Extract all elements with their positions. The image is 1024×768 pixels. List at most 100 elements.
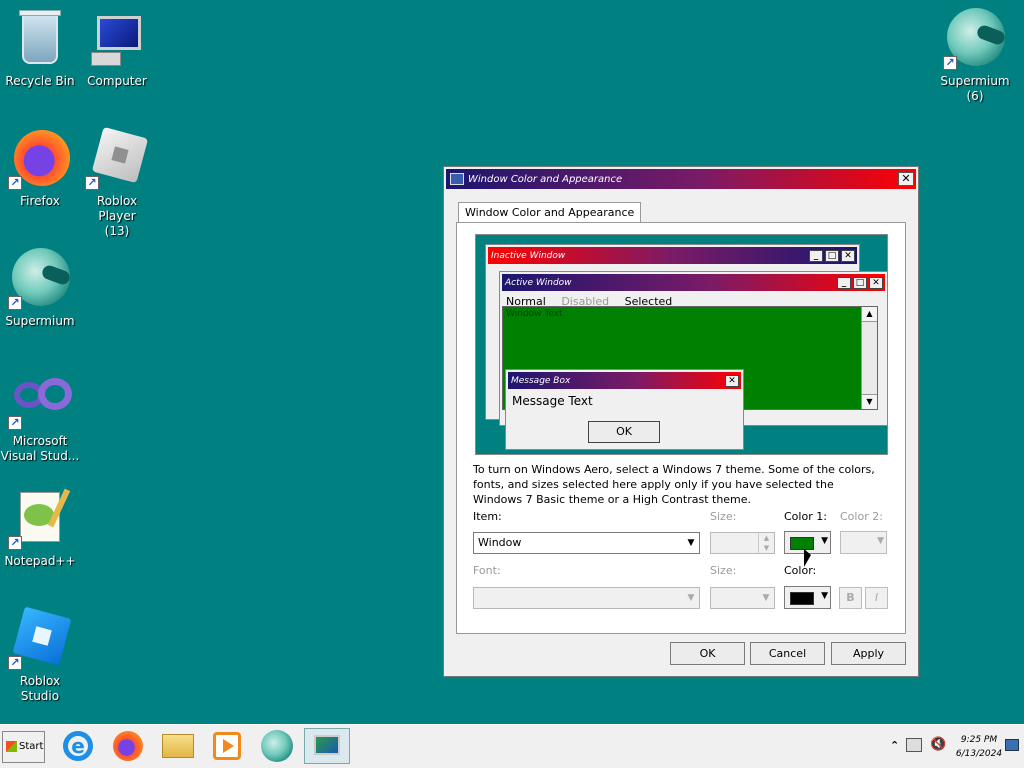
desktop-icon-visual-studio[interactable]: ↗ Microsoft Visual Stud... bbox=[0, 366, 80, 464]
taskbar: Start e ⌃ 🔇 9:25 PM 6/13/2024 bbox=[0, 724, 1024, 768]
volume-muted-icon[interactable]: 🔇 bbox=[930, 737, 946, 752]
minimize-icon: _ bbox=[837, 276, 851, 289]
shortcut-arrow-icon: ↗ bbox=[8, 656, 22, 670]
supermium-icon: ↗ bbox=[943, 6, 1007, 70]
color2-label: Color 2: bbox=[840, 510, 883, 523]
preview-message-box[interactable]: Message Box ✕ Message Text OK bbox=[505, 369, 744, 450]
desktop-icon-roblox-studio[interactable]: ↗ Roblox Studio bbox=[0, 606, 80, 704]
bold-button[interactable]: B bbox=[839, 587, 862, 609]
preview-inactive-title: Inactive Window bbox=[491, 250, 566, 261]
tab-panel: Inactive Window _ □ ✕ Active Window _ □ … bbox=[456, 222, 906, 634]
close-icon[interactable]: ✕ bbox=[898, 172, 914, 186]
chevron-down-icon: ▼ bbox=[821, 591, 828, 601]
font-size-label: Size: bbox=[710, 564, 737, 577]
dialog-app-icon bbox=[450, 173, 464, 185]
desktop-icon-firefox[interactable]: ↗ Firefox bbox=[0, 126, 80, 209]
chevron-down-icon: ▼ bbox=[821, 536, 828, 546]
desktop-icon-roblox-player[interactable]: ↗ Roblox Player (13) bbox=[77, 126, 157, 239]
tab-strip: Window Color and Appearance bbox=[458, 201, 642, 223]
roblox-player-icon: ↗ bbox=[85, 126, 149, 190]
chevron-down-icon[interactable]: ▼ bbox=[683, 533, 699, 553]
taskbar-media-player[interactable] bbox=[209, 728, 245, 764]
font-size-dropdown[interactable]: ▼ bbox=[710, 587, 775, 609]
preview-active-title: Active Window bbox=[505, 277, 572, 288]
desktop-icon-label: Firefox bbox=[20, 194, 60, 208]
supermium-icon bbox=[261, 730, 293, 762]
spin-arrows-icon[interactable]: ▲ ▼ bbox=[758, 533, 774, 553]
desktop-icon-label: Roblox Player (13) bbox=[96, 194, 138, 238]
shortcut-arrow-icon: ↗ bbox=[8, 416, 22, 430]
size-spinner[interactable]: ▲ ▼ bbox=[710, 532, 775, 554]
preview-message-title-bar: Message Box ✕ bbox=[508, 372, 741, 389]
item-label: Item: bbox=[473, 510, 502, 523]
desktop-icon-label: Recycle Bin bbox=[5, 74, 75, 88]
roblox-studio-icon: ↗ bbox=[8, 606, 72, 670]
shortcut-arrow-icon: ↗ bbox=[8, 176, 22, 190]
clock-time: 9:25 PM bbox=[960, 735, 998, 745]
desktop-icon-supermium-6[interactable]: ↗ Supermium (6) bbox=[935, 6, 1015, 104]
close-icon: ✕ bbox=[725, 374, 739, 387]
desktop-icon-supermium[interactable]: ↗ Supermium bbox=[0, 246, 80, 329]
scroll-up-icon[interactable]: ▲ bbox=[862, 307, 877, 322]
taskbar-file-explorer[interactable] bbox=[160, 728, 196, 764]
recycle-bin-icon bbox=[8, 6, 72, 70]
shortcut-arrow-icon: ↗ bbox=[8, 296, 22, 310]
preview-active-title-bar: Active Window _ □ ✕ bbox=[502, 274, 885, 291]
chevron-down-icon[interactable]: ▼ bbox=[683, 588, 699, 608]
font-dropdown[interactable]: ▼ bbox=[473, 587, 700, 609]
show-desktop-icon[interactable] bbox=[1005, 739, 1019, 751]
desktop-icon-recycle-bin[interactable]: Recycle Bin bbox=[0, 6, 80, 89]
scroll-down-icon[interactable]: ▼ bbox=[862, 394, 877, 409]
taskbar-supermium[interactable] bbox=[259, 728, 295, 764]
dialog-title-bar[interactable]: Window Color and Appearance ✕ bbox=[446, 169, 916, 189]
desktop-icon-notepad-plus-plus[interactable]: ↗ Notepad++ bbox=[0, 486, 80, 569]
mouse-cursor-icon bbox=[804, 549, 811, 567]
ok-button[interactable]: OK bbox=[670, 642, 745, 665]
dialog-title: Window Color and Appearance bbox=[468, 173, 623, 185]
tab-window-color-appearance[interactable]: Window Color and Appearance bbox=[458, 202, 642, 222]
desktop-icon-label: Roblox Studio bbox=[19, 674, 61, 703]
item-value: Window bbox=[478, 536, 522, 549]
appearance-preview: Inactive Window _ □ ✕ Active Window _ □ … bbox=[475, 234, 888, 455]
maximize-icon: □ bbox=[853, 276, 867, 289]
start-label: Start bbox=[19, 741, 44, 752]
shortcut-arrow-icon: ↗ bbox=[8, 536, 22, 550]
desktop-icon-label: Computer bbox=[87, 74, 147, 88]
item-dropdown[interactable]: Window ▼ bbox=[473, 532, 700, 554]
chevron-down-icon[interactable]: ▼ bbox=[758, 588, 774, 608]
preview-inactive-title-bar: Inactive Window _ □ ✕ bbox=[488, 247, 857, 264]
italic-button[interactable]: I bbox=[865, 587, 888, 609]
preview-window-text: Window Text bbox=[506, 309, 563, 319]
desktop-icon-label: Notepad++ bbox=[4, 554, 76, 568]
font-color-swatch bbox=[790, 592, 814, 605]
desktop-icon-label: Supermium (6) bbox=[940, 74, 1010, 103]
computer-icon bbox=[85, 6, 149, 70]
preview-message-text: Message Text bbox=[512, 394, 593, 408]
taskbar-internet-explorer[interactable]: e bbox=[60, 728, 96, 764]
apply-button[interactable]: Apply bbox=[831, 642, 906, 665]
firefox-icon bbox=[113, 731, 143, 761]
show-hidden-icons-chevron-icon[interactable]: ⌃ bbox=[890, 739, 899, 752]
clock-date: 6/13/2024 bbox=[955, 749, 1003, 759]
shortcut-arrow-icon: ↗ bbox=[943, 56, 957, 70]
size-label: Size: bbox=[710, 510, 737, 523]
desktop-icon-computer[interactable]: Computer bbox=[77, 6, 157, 89]
network-icon[interactable] bbox=[906, 738, 922, 752]
start-button[interactable]: Start bbox=[2, 731, 45, 763]
taskbar-firefox[interactable] bbox=[110, 728, 146, 764]
taskbar-display-settings[interactable] bbox=[304, 728, 350, 764]
windows-logo-icon bbox=[6, 740, 17, 752]
color2-button[interactable]: ▼ bbox=[840, 531, 887, 554]
firefox-icon: ↗ bbox=[8, 126, 72, 190]
close-icon: ✕ bbox=[869, 276, 883, 289]
color1-label: Color 1: bbox=[784, 510, 827, 523]
font-label: Font: bbox=[473, 564, 501, 577]
desktop-icon-label: Supermium bbox=[5, 314, 75, 328]
shortcut-arrow-icon: ↗ bbox=[85, 176, 99, 190]
preview-ok-button[interactable]: OK bbox=[588, 421, 660, 443]
preview-scrollbar[interactable]: ▲ ▼ bbox=[861, 307, 877, 409]
cancel-button[interactable]: Cancel bbox=[750, 642, 825, 665]
system-clock[interactable]: 9:25 PM 6/13/2024 bbox=[952, 733, 1006, 761]
supermium-icon: ↗ bbox=[8, 246, 72, 310]
font-color-button[interactable]: ▼ bbox=[784, 586, 831, 609]
